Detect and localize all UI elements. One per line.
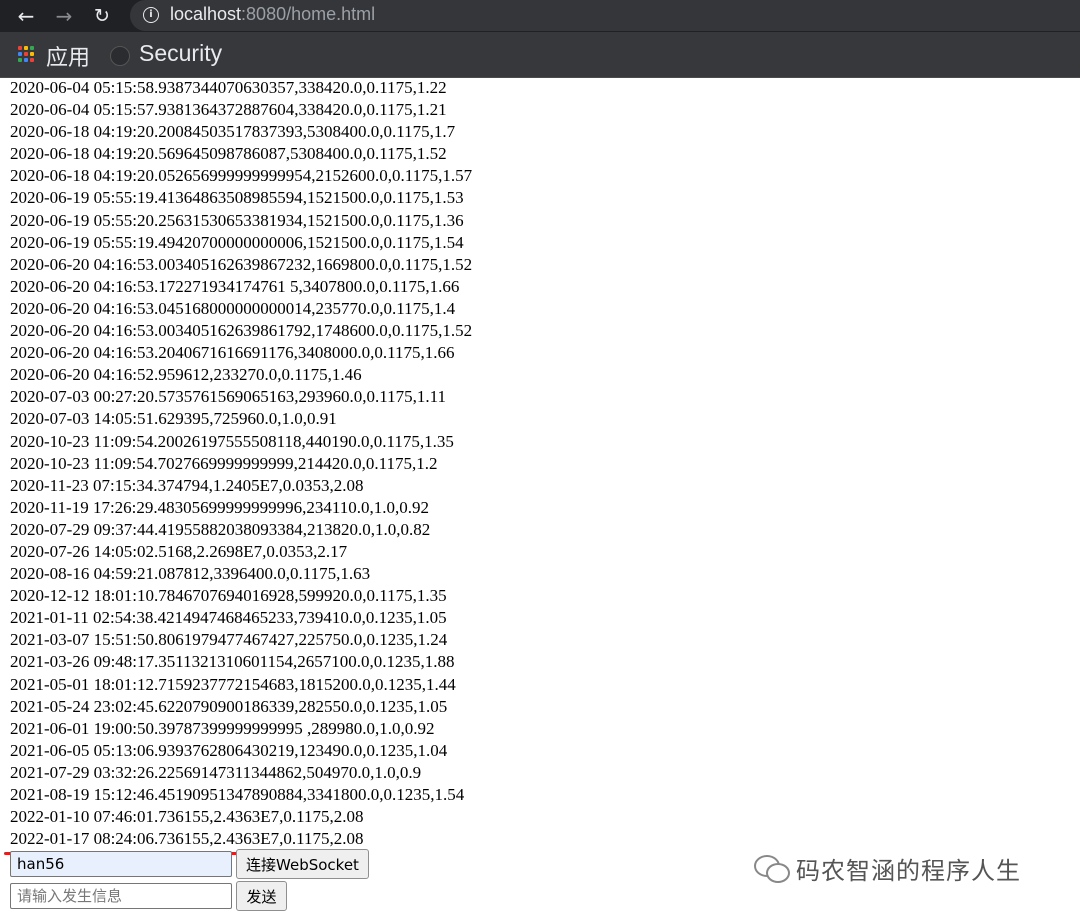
log-line: 2020-06-20 04:16:53.045168000000000014,2…: [10, 298, 456, 318]
watermark-text: 码农智涵的程序人生: [796, 856, 1021, 885]
log-line: 2020-12-12 18:01:10.7846707694016928,599…: [10, 586, 447, 606]
address-bar[interactable]: i localhost:8080/home.html: [130, 0, 1080, 31]
log-line: 2021-01-11 02:54:38.4214947468465233,739…: [10, 608, 447, 628]
url-text[interactable]: localhost:8080/home.html: [170, 4, 375, 25]
connect-websocket-button[interactable]: 连接WebSocket: [236, 849, 369, 879]
send-button[interactable]: 发送: [236, 881, 287, 911]
message-input[interactable]: [10, 883, 232, 909]
log-line: 2022-01-10 07:46:01.736155,2.4363E7,0.11…: [10, 807, 364, 827]
log-line: 2020-06-19 05:55:20.25631530653381934,15…: [10, 210, 464, 230]
apps-grid-icon[interactable]: [18, 46, 34, 62]
info-icon[interactable]: i: [143, 7, 159, 23]
log-line: 2020-06-18 04:19:20.052656999999999954,2…: [10, 166, 473, 186]
forward-arrow-icon[interactable]: →: [52, 4, 76, 28]
log-line: 2021-07-29 03:32:26.22569147311344862,50…: [10, 762, 422, 782]
log-line: 2020-07-26 14:05:02.5168,2.2698E7,0.0353…: [10, 541, 348, 561]
log-line: 2021-06-01 19:00:50.39787399999999995 ,2…: [10, 718, 435, 738]
log-line: 2020-06-04 05:15:58.9387344070630357,338…: [10, 78, 447, 97]
username-input[interactable]: [10, 851, 232, 877]
back-arrow-icon[interactable]: ←: [14, 4, 38, 28]
log-line: 2020-06-19 05:55:19.49420700000000006,15…: [10, 232, 464, 252]
reload-icon[interactable]: ↻: [90, 4, 114, 28]
log-line: 2020-11-19 17:26:29.48305699999999996,23…: [10, 497, 430, 517]
browser-toolbar: ← → ↻ i localhost:8080/home.html: [0, 0, 1080, 32]
watermark: 码农智涵的程序人生: [754, 848, 1021, 888]
log-line: 2020-06-18 04:19:20.569645098786087,5308…: [10, 144, 447, 164]
log-line: 2020-06-04 05:15:57.9381364372887604,338…: [10, 100, 447, 120]
log-line: 2020-06-20 04:16:53.2040671616691176,340…: [10, 343, 455, 363]
github-icon[interactable]: [110, 46, 130, 66]
log-line: 2021-05-24 23:02:45.6220790900186339,282…: [10, 696, 448, 716]
url-host: localhost: [170, 4, 242, 24]
log-line: 2021-05-01 18:01:12.7159237772154683,181…: [10, 674, 456, 694]
log-line: 2020-06-19 05:55:19.41364863508985594,15…: [10, 188, 464, 208]
log-line: 2021-06-05 05:13:06.9393762806430219,123…: [10, 740, 448, 760]
log-line: 2020-07-03 00:27:20.5735761569065163,293…: [10, 387, 447, 407]
log-line: 2020-08-16 04:59:21.087812,3396400.0,0.1…: [10, 564, 371, 584]
bookmark-apps[interactable]: 应用: [46, 40, 90, 72]
log-line: 2021-08-19 15:12:46.45190951347890884,33…: [10, 785, 465, 804]
log-line: 2020-06-20 04:16:53.003405162639861792,1…: [10, 321, 473, 341]
log-line: 2021-03-07 15:51:50.8061979477467427,225…: [10, 630, 448, 650]
log-line: 2020-07-29 09:37:44.41955882038093384,21…: [10, 519, 431, 539]
log-line: 2021-03-26 09:48:17.3511321310601154,265…: [10, 652, 455, 672]
log-line: 2020-06-20 04:16:53.003405162639867232,1…: [10, 254, 473, 274]
bookmarks-bar: 应用 Security: [0, 32, 1080, 78]
log-line: 2020-10-23 11:09:54.20026197555508118,44…: [10, 431, 454, 451]
bookmark-security[interactable]: Security: [139, 40, 222, 67]
wechat-icon: [754, 855, 790, 883]
log-line: 2020-06-20 04:16:53.172271934174761 5,34…: [10, 276, 460, 296]
log-line: 2020-06-18 04:19:20.20084503517837393,53…: [10, 122, 456, 142]
log-line: 2020-06-20 04:16:52.959612,233270.0,0.11…: [10, 365, 362, 385]
log-line: 2022-01-17 08:24:06.736155,2.4363E7,0.11…: [10, 829, 364, 849]
log-line: 2020-07-03 14:05:51.629395,725960.0,1.0,…: [10, 409, 337, 429]
log-line: 2020-11-23 07:15:34.374794,1.2405E7,0.03…: [10, 475, 364, 495]
url-path: :8080/home.html: [241, 4, 376, 24]
message-log: 2020-06-04 05:15:58.9387344070630357,338…: [10, 77, 1070, 850]
log-line: 2020-10-23 11:09:54.7027669999999999,214…: [10, 453, 438, 473]
